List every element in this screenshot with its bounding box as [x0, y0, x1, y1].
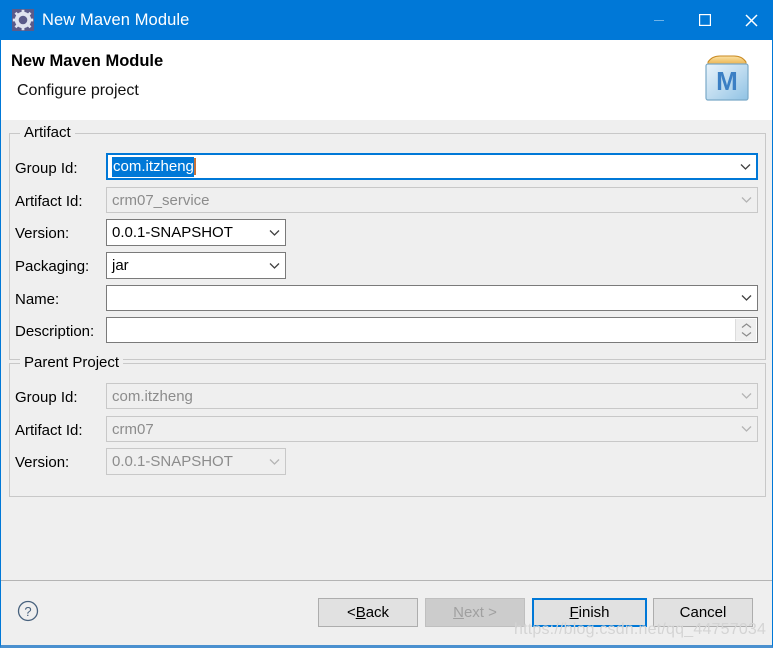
- finish-button-mnemonic: F: [569, 604, 579, 621]
- parent-project-group-legend: Parent Project: [20, 354, 124, 371]
- chevron-down-icon[interactable]: [263, 220, 285, 245]
- artifact-artifact-id-input: crm07_service: [106, 187, 758, 213]
- parent-version-combo: 0.0.1-SNAPSHOT: [106, 448, 286, 475]
- next-button-mnemonic: N: [453, 604, 464, 621]
- next-button: Next >: [425, 598, 525, 627]
- artifact-version-value: 0.0.1-SNAPSHOT: [112, 224, 233, 241]
- minimize-button[interactable]: [636, 0, 682, 40]
- close-button[interactable]: [728, 0, 772, 40]
- maximize-button[interactable]: [682, 0, 728, 40]
- artifact-name-input[interactable]: [106, 285, 758, 311]
- artifact-group-id-label: Group Id:: [15, 160, 78, 177]
- artifact-version-label: Version:: [15, 225, 70, 242]
- chevron-down-icon[interactable]: [734, 155, 756, 178]
- maven-logo: M: [696, 48, 758, 110]
- window-title: New Maven Module: [42, 10, 190, 29]
- parent-version-label: Version:: [15, 454, 70, 471]
- chevron-down-icon: [263, 449, 285, 474]
- description-spinner[interactable]: [735, 319, 756, 341]
- window-controls: [636, 0, 772, 40]
- back-button-prefix: <: [346, 604, 356, 621]
- artifact-packaging-value: jar: [112, 257, 129, 274]
- help-button[interactable]: ?: [17, 600, 39, 622]
- svg-text:M: M: [716, 66, 738, 96]
- chevron-down-icon: [735, 417, 757, 441]
- artifact-packaging-label: Packaging:: [15, 258, 90, 275]
- artifact-group-id-input[interactable]: com.itzheng: [106, 153, 758, 180]
- page-subtitle: Configure project: [17, 82, 139, 99]
- new-maven-module-dialog: New Maven Module New Maven Module Config…: [0, 0, 773, 648]
- artifact-packaging-combo[interactable]: jar: [106, 252, 286, 279]
- cancel-button-suffix: Cancel: [679, 604, 727, 621]
- artifact-description-input[interactable]: [106, 317, 758, 343]
- parent-artifact-id-input: crm07: [106, 416, 758, 442]
- chevron-down-icon: [735, 188, 757, 212]
- artifact-description-label: Description:: [15, 323, 95, 340]
- parent-artifact-id-value: crm07: [112, 420, 154, 438]
- chevron-down-icon[interactable]: [263, 253, 285, 278]
- parent-group-id-label: Group Id:: [15, 389, 78, 406]
- back-button-suffix: ack: [365, 604, 390, 621]
- next-button-suffix: ext >: [463, 604, 497, 621]
- parent-artifact-id-label: Artifact Id:: [15, 422, 83, 439]
- artifact-name-label: Name:: [15, 291, 60, 308]
- dialog-header: New Maven Module Configure project M: [1, 40, 772, 160]
- artifact-artifact-id-value: crm07_service: [112, 191, 210, 209]
- chevron-down-icon: [735, 384, 757, 408]
- maven-gear-icon: [12, 9, 34, 31]
- title-bar: New Maven Module: [1, 0, 772, 40]
- finish-button-suffix: inish: [578, 604, 610, 621]
- svg-text:?: ?: [24, 604, 31, 619]
- back-button-mnemonic: B: [355, 604, 366, 621]
- back-button[interactable]: < Back: [318, 598, 418, 627]
- artifact-version-combo[interactable]: 0.0.1-SNAPSHOT: [106, 219, 286, 246]
- text-caret: [193, 158, 196, 175]
- page-title: New Maven Module: [11, 52, 164, 70]
- chevron-down-icon[interactable]: [735, 286, 757, 310]
- cancel-button[interactable]: Cancel: [653, 598, 753, 627]
- artifact-artifact-id-label: Artifact Id:: [15, 193, 83, 210]
- parent-group-id-input: com.itzheng: [106, 383, 758, 409]
- finish-button[interactable]: Finish: [532, 598, 647, 627]
- dialog-body: Artifact Group Id: com.itzheng Artifact …: [1, 120, 772, 635]
- artifact-group-legend: Artifact: [20, 124, 75, 141]
- parent-group-id-value: com.itzheng: [112, 387, 193, 405]
- artifact-group-id-value: com.itzheng: [112, 156, 194, 177]
- parent-version-value: 0.0.1-SNAPSHOT: [112, 453, 233, 470]
